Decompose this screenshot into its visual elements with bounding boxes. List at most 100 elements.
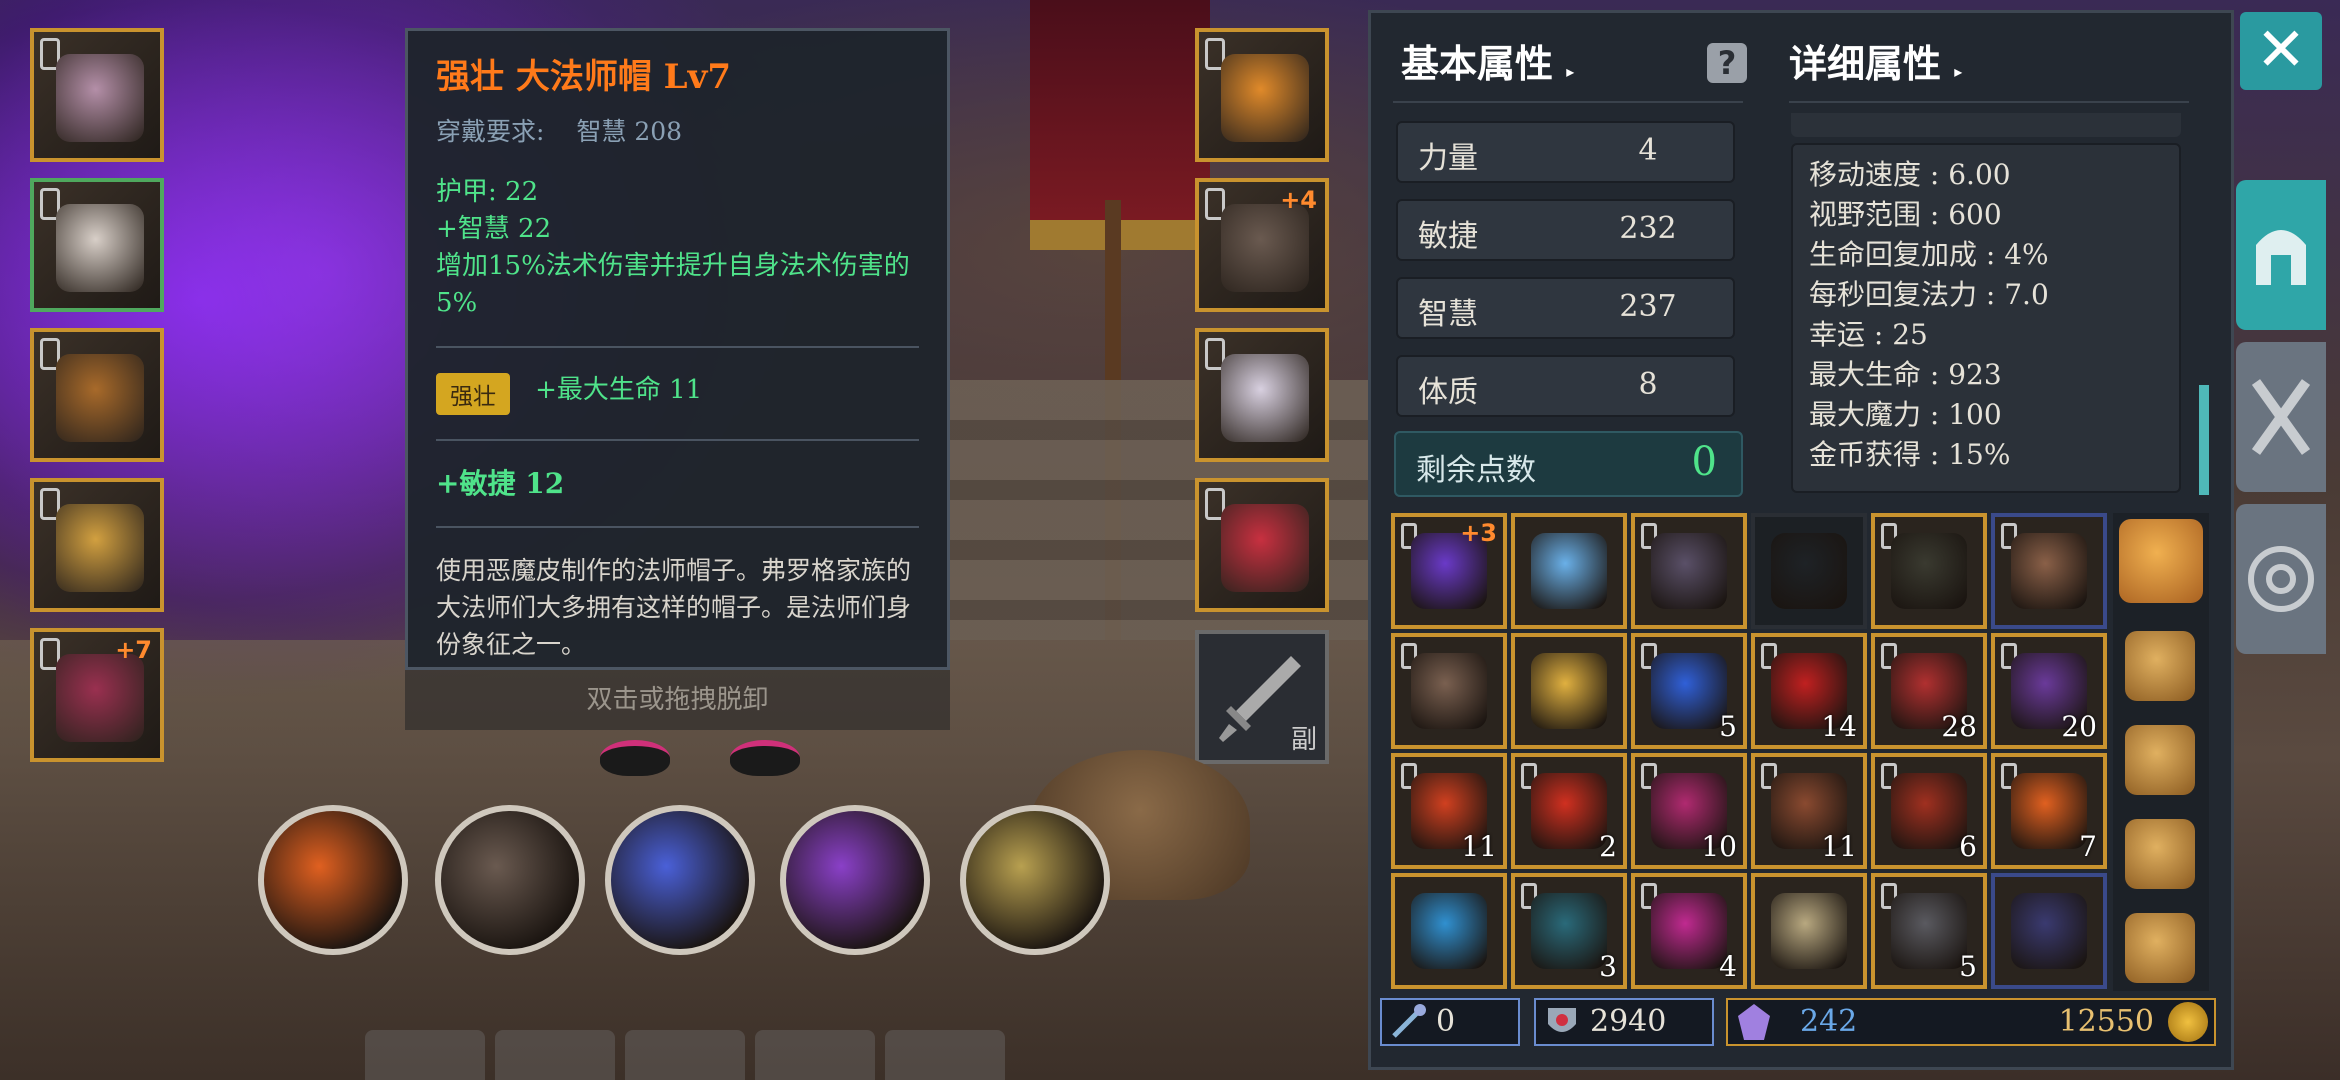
armor-stat: 护甲: 22 — [436, 177, 539, 207]
chest-item-icon — [56, 204, 144, 292]
bag-tab[interactable] — [2125, 631, 2195, 701]
equip-slot-gloves[interactable]: +4 — [1195, 178, 1329, 312]
inventory-slot[interactable]: 3 — [1511, 873, 1627, 989]
inventory-slot[interactable]: 11 — [1751, 753, 1867, 869]
equip-slot-head[interactable] — [30, 28, 164, 162]
tab-equipment[interactable] — [2236, 180, 2326, 330]
bag-tab[interactable] — [2125, 913, 2195, 983]
inventory-slot[interactable]: 14 — [1751, 633, 1867, 749]
item-description: 使用恶魔皮制作的法师帽子。弗罗格家族的大法师们大多拥有这样的帽子。是法师们身份象… — [436, 555, 912, 659]
gem-currency: 0 — [1380, 998, 1520, 1046]
item-count: 6 — [1959, 830, 1977, 863]
effect-stat: 增加15%法术伤害并提升自身法术伤害的5% — [436, 251, 910, 318]
inventory-item-icon — [1771, 893, 1847, 969]
inventory-slot[interactable]: 11 — [1391, 753, 1507, 869]
hotbar-slot[interactable] — [885, 1030, 1005, 1080]
equip-slot-ring2[interactable] — [1195, 478, 1329, 612]
item-count: 5 — [1959, 950, 1977, 983]
inventory-item-icon — [1891, 773, 1967, 849]
inventory-item-icon — [1891, 893, 1967, 969]
wisdom-stat: +智慧 22 — [436, 214, 552, 244]
item-count: 2 — [1599, 830, 1617, 863]
item-count: 3 — [1599, 950, 1617, 983]
stat-row: 体质 8 — [1396, 355, 1735, 417]
inventory-slot[interactable] — [1391, 633, 1507, 749]
crystal-count: 242 — [1800, 1004, 1858, 1039]
inventory-slot[interactable] — [1991, 873, 2107, 989]
skill-meteor-icon[interactable] — [258, 805, 408, 955]
inventory-slot[interactable] — [1511, 513, 1627, 629]
inventory-slot[interactable] — [1511, 633, 1627, 749]
hotbar-slot[interactable] — [495, 1030, 615, 1080]
inventory-slot[interactable] — [1631, 513, 1747, 629]
bag-tab[interactable] — [2125, 819, 2195, 889]
item-title: 强壮 大法师帽 Lv7 — [436, 57, 731, 97]
inventory-slot[interactable]: 6 — [1871, 753, 1987, 869]
detail-scroll-top — [1791, 113, 2181, 137]
skill-claw-icon[interactable] — [435, 805, 585, 955]
hotbar-slot[interactable] — [625, 1030, 745, 1080]
extra-stat: +敏捷 12 — [436, 466, 565, 500]
wand-icon — [1392, 1004, 1426, 1038]
equip-slot-ring[interactable] — [30, 478, 164, 612]
close-button[interactable]: ✕ — [2240, 12, 2322, 90]
equip-slot-chest[interactable] — [30, 178, 164, 312]
offhand-slot[interactable]: 副 — [1195, 630, 1329, 764]
tab-settings[interactable] — [2236, 504, 2326, 654]
inventory-slot[interactable] — [1751, 873, 1867, 989]
inventory-slot[interactable]: 2 — [1511, 753, 1627, 869]
inventory-item-icon — [1411, 893, 1487, 969]
heart-shield-icon — [1548, 1008, 1576, 1032]
inventory-slot[interactable]: 5 — [1631, 633, 1747, 749]
skill-comet-icon[interactable] — [780, 805, 930, 955]
detail-stat-line: 生命回复加成 : 4% — [1809, 238, 2049, 271]
inventory-slot[interactable]: +3 — [1391, 513, 1507, 629]
requirement-value: 智慧 208 — [576, 117, 683, 146]
inventory-item-icon — [1531, 893, 1607, 969]
inventory-slot[interactable]: 7 — [1991, 753, 2107, 869]
detail-scrollbar[interactable] — [2199, 385, 2209, 495]
inventory-slot[interactable]: 4 — [1631, 873, 1747, 989]
affix-row: 强壮 +最大生命 11 — [436, 372, 919, 415]
equip-slot-necklace[interactable] — [1195, 28, 1329, 162]
equip-slot-weapon[interactable]: +7 — [30, 628, 164, 762]
stat-label: 智慧 — [1418, 297, 1478, 332]
stat-value: 232 — [1619, 211, 1677, 246]
inventory-slot[interactable]: 5 — [1871, 873, 1987, 989]
item-count: 4 — [1719, 950, 1737, 983]
inventory-slot[interactable] — [1991, 513, 2107, 629]
tab-basic-attributes[interactable]: 基本属性 ▸ — [1401, 33, 1574, 88]
skill-lightning-orb-icon[interactable] — [605, 805, 755, 955]
inventory-slot[interactable] — [1391, 873, 1507, 989]
detail-stat-line: 视野范围 : 600 — [1809, 198, 2002, 231]
detail-stat-line: 每秒回复法力 : 7.0 — [1809, 278, 2049, 311]
head-item-icon — [56, 54, 144, 142]
detailed-stats-list[interactable]: 移动速度 : 6.00 视野范围 : 600 生命回复加成 : 4% 每秒回复法力 :… — [1791, 143, 2181, 493]
equip-slot-boots[interactable] — [1195, 328, 1329, 462]
inventory-slot[interactable]: 10 — [1631, 753, 1747, 869]
help-icon[interactable]: ? — [1707, 43, 1747, 83]
skill-arcane-icon[interactable] — [960, 805, 1110, 955]
bag-tabs — [2113, 513, 2209, 991]
bag-tab[interactable] — [2125, 725, 2195, 795]
item-count: 11 — [1461, 830, 1497, 863]
inventory-slot[interactable]: 28 — [1871, 633, 1987, 749]
tab-detail-label: 详细属性 — [1789, 41, 1942, 86]
item-count: 14 — [1821, 710, 1857, 743]
tab-detailed-attributes[interactable]: 详细属性 ▸ — [1789, 33, 1962, 88]
crystal-gold-currency: 242 12550 — [1726, 998, 2216, 1046]
hotbar-slot[interactable] — [365, 1030, 485, 1080]
ring2-item-icon — [1221, 504, 1309, 592]
tab-skills[interactable] — [2236, 342, 2326, 492]
equip-slot-pants[interactable] — [30, 328, 164, 462]
inventory-item-icon — [1651, 653, 1727, 729]
item-count: 20 — [2061, 710, 2097, 743]
hotbar-slot[interactable] — [755, 1030, 875, 1080]
inventory-item-icon — [1411, 653, 1487, 729]
inventory-slot[interactable] — [1751, 513, 1867, 629]
stat-label: 敏捷 — [1418, 219, 1478, 254]
bag-tab-active[interactable] — [2119, 519, 2203, 603]
inventory-item-icon — [1531, 773, 1607, 849]
inventory-slot[interactable]: 20 — [1991, 633, 2107, 749]
inventory-slot[interactable] — [1871, 513, 1987, 629]
